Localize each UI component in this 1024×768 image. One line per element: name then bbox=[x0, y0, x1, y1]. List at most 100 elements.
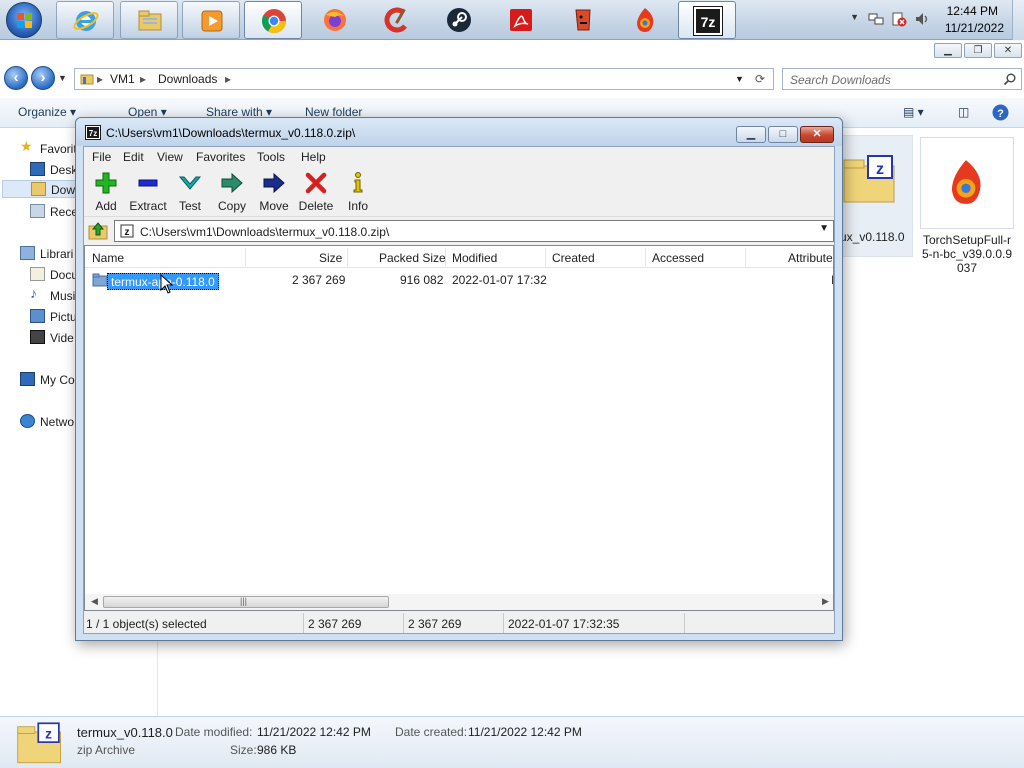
search-icon[interactable] bbox=[1003, 73, 1016, 86]
sevenzip-titlebar[interactable]: 7z C:\Users\vm1\Downloads\termux_v0.118.… bbox=[76, 118, 842, 146]
network-icon bbox=[20, 414, 35, 428]
scrollbar-thumb[interactable]: ||| bbox=[103, 596, 389, 608]
column-size[interactable]: Size bbox=[319, 251, 342, 265]
table-row[interactable]: termux-app-0.118.0 2 367 269 916 082 202… bbox=[85, 270, 833, 290]
close-button[interactable]: ✕ bbox=[994, 43, 1022, 58]
view-options-icon[interactable]: ▤ ▾ bbox=[903, 105, 924, 119]
start-button[interactable] bbox=[6, 2, 42, 38]
file-tile-torch-setup[interactable]: TorchSetupFull-r5-n-bc_v39.0.0.9037 bbox=[918, 135, 1016, 285]
svg-text:z: z bbox=[125, 227, 130, 238]
info-button[interactable]: Info bbox=[336, 169, 380, 215]
taskbar-steam[interactable] bbox=[430, 1, 488, 39]
preview-pane-icon[interactable]: ◫ bbox=[958, 105, 969, 119]
details-created-value: 11/21/2022 12:42 PM bbox=[468, 725, 582, 739]
taskbar-firefox[interactable] bbox=[306, 1, 364, 39]
search-input[interactable]: Search Downloads bbox=[782, 68, 1022, 90]
breadcrumb-separator: ▸ bbox=[140, 72, 147, 86]
status-modified: 2022-01-07 17:32:35 bbox=[508, 617, 620, 631]
torch-icon bbox=[951, 160, 981, 204]
column-accessed[interactable]: Accessed bbox=[652, 251, 704, 265]
breadcrumb-separator: ▸ bbox=[225, 72, 232, 86]
breadcrumb-vm1[interactable]: VM1 bbox=[110, 72, 135, 86]
sevenzip-app-icon[interactable]: 7z bbox=[85, 125, 101, 140]
maximize-button[interactable]: ❐ bbox=[964, 43, 992, 58]
taskbar-explorer[interactable] bbox=[120, 1, 178, 39]
taskbar-ccleaner[interactable] bbox=[368, 1, 426, 39]
column-packed-size[interactable]: Packed Size bbox=[379, 251, 446, 265]
volume-icon[interactable] bbox=[914, 11, 930, 27]
tool-label: Info bbox=[347, 199, 368, 213]
taskbar-acrobat[interactable] bbox=[492, 1, 550, 39]
menu-help[interactable]: Help bbox=[301, 150, 326, 164]
taskbar-ie[interactable] bbox=[56, 1, 114, 39]
menu-tools[interactable]: Tools bbox=[257, 150, 285, 164]
address-dropdown-icon[interactable]: ▼ bbox=[735, 74, 744, 84]
music-icon: ♪ bbox=[30, 285, 37, 301]
menu-edit[interactable]: Edit bbox=[123, 150, 144, 164]
show-desktop-button[interactable] bbox=[1012, 0, 1024, 40]
close-button[interactable]: ✕ bbox=[800, 126, 834, 143]
menu-bar: File Edit View Favorites Tools Help bbox=[84, 147, 834, 167]
up-folder-icon[interactable] bbox=[86, 220, 110, 242]
scroll-right-icon[interactable]: ▶ bbox=[822, 596, 829, 607]
back-button[interactable]: ‹ bbox=[4, 66, 28, 90]
recent-pages-dropdown[interactable]: ▼ bbox=[58, 73, 67, 83]
details-file-name: termux_v0.118.0 bbox=[77, 725, 173, 740]
column-created[interactable]: Created bbox=[552, 251, 595, 265]
show-hidden-icons[interactable]: ▼ bbox=[850, 12, 859, 22]
maximize-button[interactable]: □ bbox=[768, 126, 798, 143]
forward-button[interactable]: › bbox=[31, 66, 55, 90]
column-name[interactable]: Name bbox=[92, 251, 124, 265]
taskbar-torch[interactable] bbox=[616, 1, 674, 39]
recent-places-icon bbox=[30, 204, 45, 218]
horizontal-scrollbar[interactable]: ◀ ||| ▶ bbox=[85, 594, 833, 610]
menu-file[interactable]: File bbox=[92, 150, 111, 164]
pictures-icon bbox=[30, 309, 45, 323]
minimize-button[interactable]: ▁ bbox=[934, 43, 962, 58]
chevron-down-icon[interactable]: ▼ bbox=[819, 223, 829, 234]
mouse-cursor-icon bbox=[160, 274, 174, 294]
network-icon[interactable] bbox=[868, 11, 884, 27]
ccleaner-icon bbox=[384, 7, 407, 33]
menu-favorites[interactable]: Favorites bbox=[196, 150, 245, 164]
taskbar: 7z ▼ 12:44 PM 11/21/2022 bbox=[0, 0, 1024, 40]
taskbar-sevenzip[interactable]: 7z bbox=[678, 1, 736, 39]
taskbar-app[interactable] bbox=[554, 1, 612, 39]
taskbar-chrome[interactable] bbox=[244, 1, 302, 39]
action-center-icon[interactable] bbox=[891, 11, 907, 27]
help-icon[interactable]: ? bbox=[992, 104, 1009, 121]
status-packed: 2 367 269 bbox=[408, 617, 462, 631]
address-bar[interactable]: ▸ VM1 ▸ Downloads ▸ ▼ ⟳ bbox=[74, 68, 774, 90]
explorer-caption-buttons: ▁ ❐ ✕ bbox=[924, 40, 1024, 60]
status-size: 2 367 269 bbox=[308, 617, 362, 631]
file-list[interactable]: Name Size Packed Size Modified Created A… bbox=[84, 245, 834, 611]
nav-label: Dow bbox=[51, 183, 76, 197]
clock-time[interactable]: 12:44 PM bbox=[947, 4, 998, 18]
desktop-icon bbox=[30, 162, 45, 176]
taskbar-media-player[interactable] bbox=[182, 1, 240, 39]
window-title: C:\Users\vm1\Downloads\termux_v0.118.0.z… bbox=[106, 126, 356, 140]
nav-label: Netwo bbox=[40, 415, 75, 429]
clock-date[interactable]: 11/21/2022 bbox=[945, 21, 1004, 35]
refresh-icon[interactable]: ⟳ bbox=[755, 72, 765, 86]
search-placeholder: Search Downloads bbox=[790, 73, 891, 87]
nav-label: Favorit bbox=[40, 142, 77, 156]
status-bar: 1 / 1 object(s) selected 2 367 269 2 367… bbox=[84, 613, 834, 633]
minimize-button[interactable]: ▁ bbox=[736, 126, 766, 143]
nav-label: Pictu bbox=[50, 310, 77, 324]
documents-icon bbox=[30, 267, 45, 281]
media-player-icon bbox=[201, 10, 223, 32]
cell-attributes: I bbox=[831, 273, 833, 287]
zip-folder-icon: z bbox=[17, 722, 61, 764]
file-tile-termux-zip[interactable]: z ux_v0.118.0 bbox=[835, 135, 913, 257]
column-modified[interactable]: Modified bbox=[452, 251, 497, 265]
videos-icon bbox=[30, 330, 45, 344]
folder-icon bbox=[92, 273, 108, 287]
column-attributes[interactable]: Attribute bbox=[788, 251, 833, 265]
breadcrumb-downloads[interactable]: Downloads bbox=[158, 72, 217, 86]
menu-view[interactable]: View bbox=[157, 150, 183, 164]
organize-button[interactable]: Organize ▾ bbox=[18, 105, 76, 119]
path-combobox[interactable]: z C:\Users\vm1\Downloads\termux_v0.118.0… bbox=[114, 220, 834, 242]
delete-icon bbox=[305, 172, 327, 194]
scroll-left-icon[interactable]: ◀ bbox=[91, 596, 98, 607]
